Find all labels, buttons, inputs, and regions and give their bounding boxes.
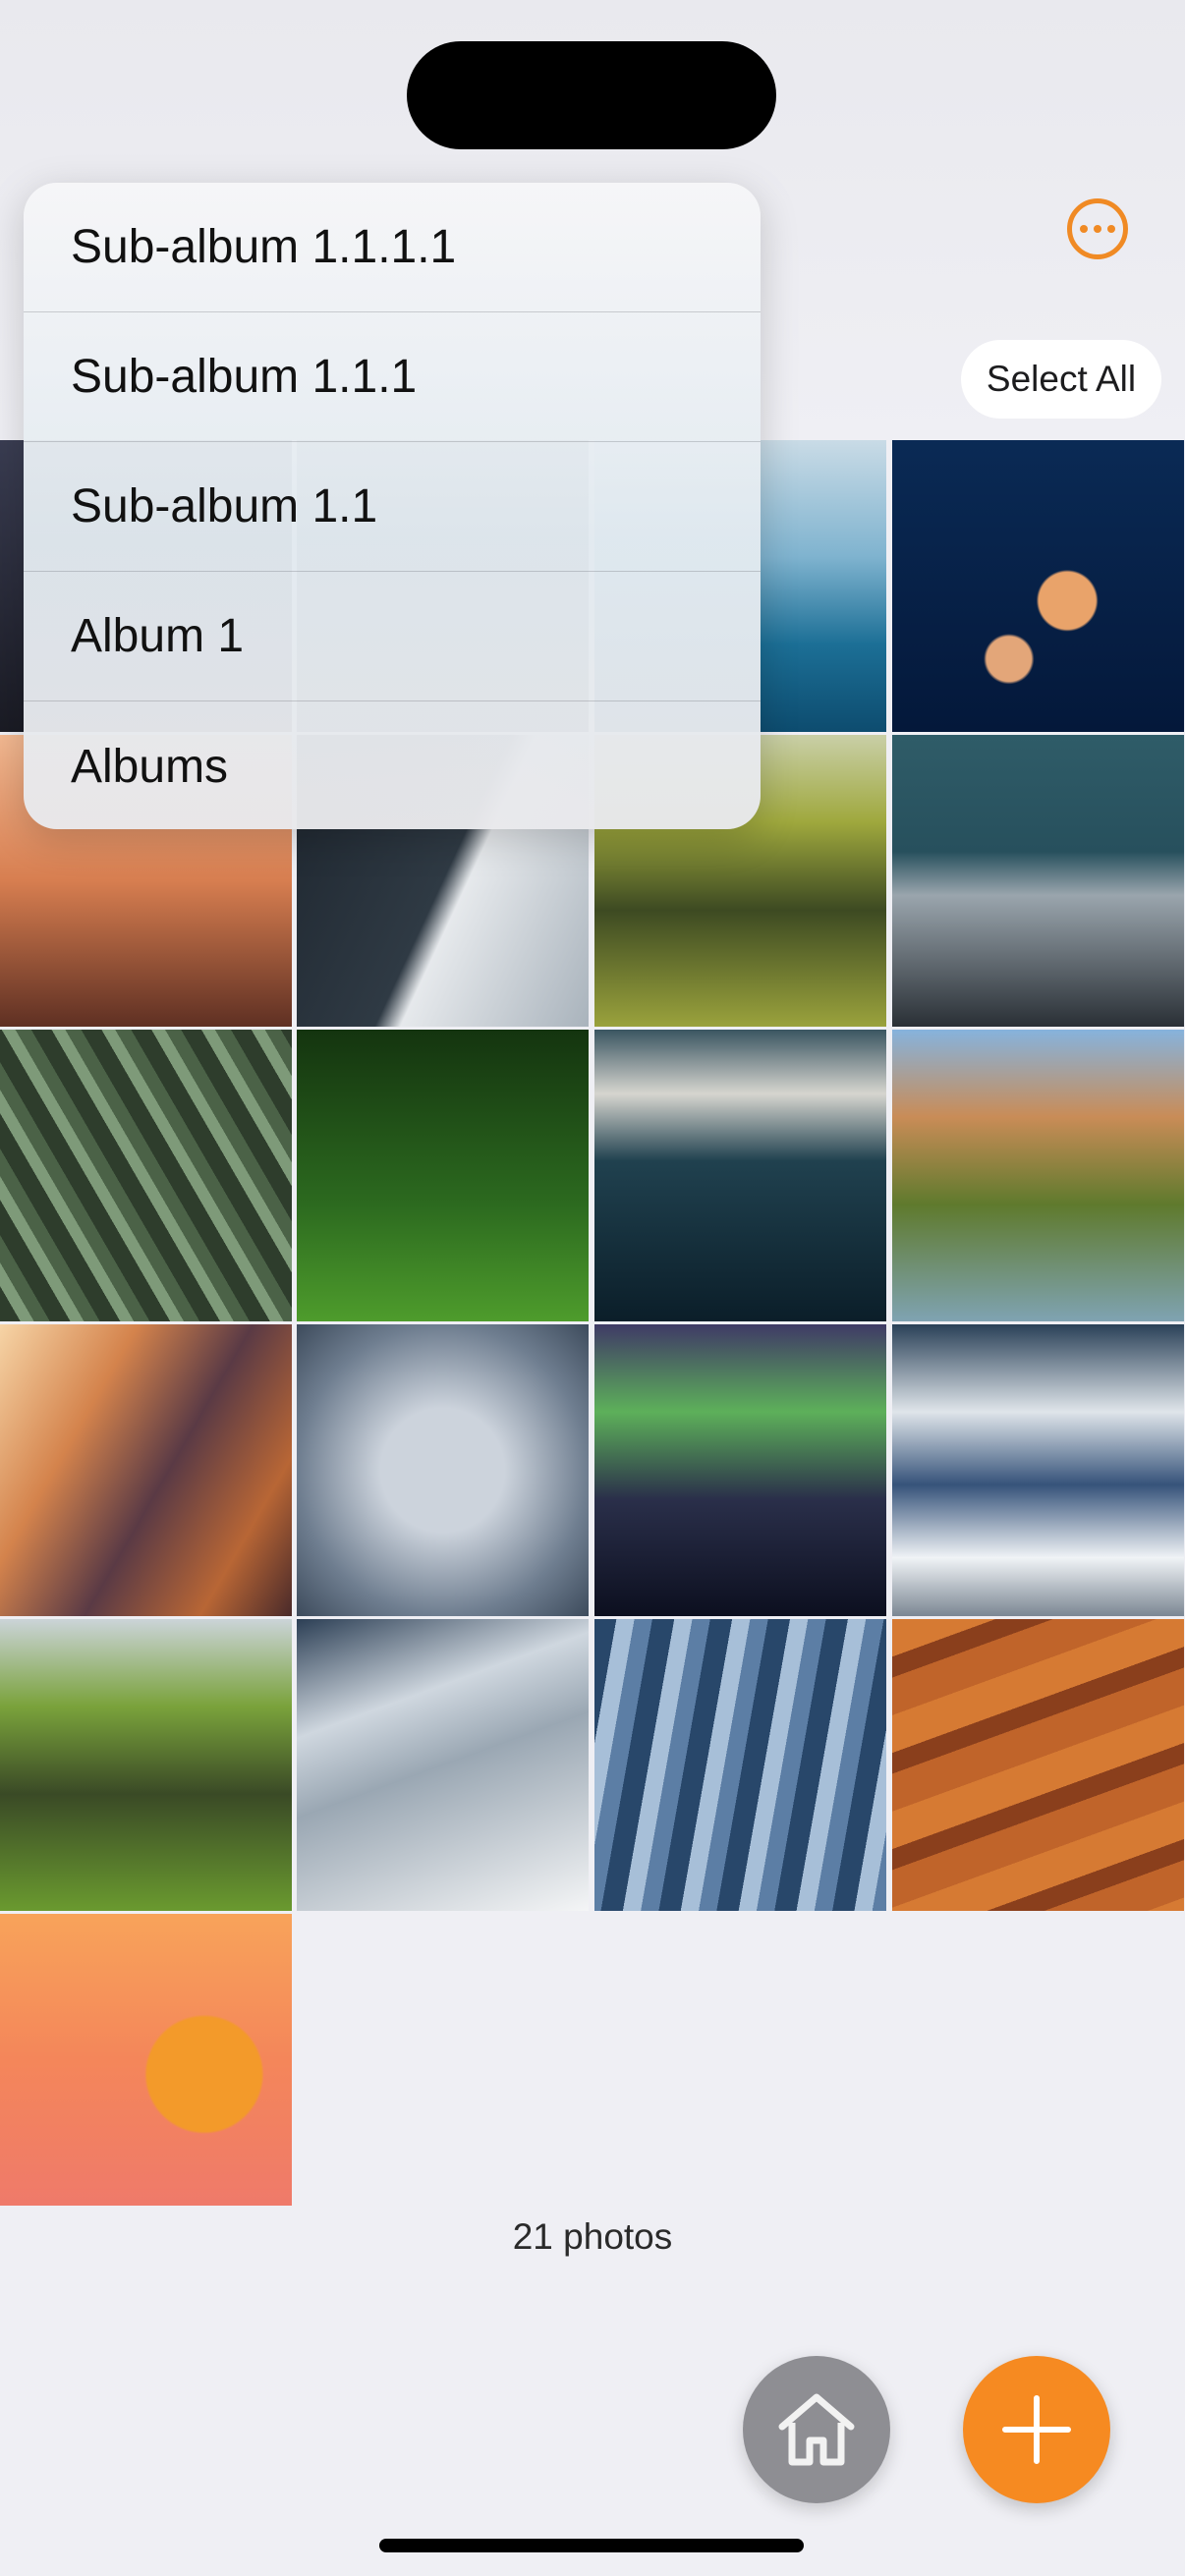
photo-thumbnail[interactable] — [594, 1324, 886, 1616]
photo-thumbnail[interactable] — [594, 1030, 886, 1321]
photo-thumbnail[interactable] — [0, 1914, 292, 2206]
photo-count-label: 21 photos — [512, 2216, 673, 2257]
photo-thumbnail[interactable] — [0, 1324, 292, 1616]
album-path-menu: Sub-album 1.1.1.1 Sub-album 1.1.1 Sub-al… — [24, 183, 761, 829]
menu-item-sub-album-1-1-1[interactable]: Sub-album 1.1.1 — [24, 312, 761, 442]
ellipsis-dot — [1094, 225, 1101, 233]
photo-thumbnail[interactable] — [892, 440, 1184, 732]
plus-icon — [1002, 2395, 1071, 2464]
photo-thumbnail[interactable] — [297, 1324, 589, 1616]
photo-thumbnail[interactable] — [0, 1619, 292, 1911]
home-indicator — [379, 2539, 804, 2552]
select-all-button[interactable]: Select All — [961, 340, 1161, 419]
menu-item-sub-album-1-1-1-1[interactable]: Sub-album 1.1.1.1 — [24, 183, 761, 312]
add-button[interactable] — [963, 2356, 1110, 2503]
ellipsis-dot — [1107, 225, 1115, 233]
menu-item-albums[interactable]: Albums — [24, 701, 761, 829]
home-button[interactable] — [743, 2356, 890, 2503]
menu-item-sub-album-1-1[interactable]: Sub-album 1.1 — [24, 442, 761, 572]
photo-thumbnail[interactable] — [297, 1030, 589, 1321]
dynamic-island — [407, 41, 776, 149]
ellipsis-circle-icon — [1080, 225, 1088, 233]
photo-thumbnail[interactable] — [594, 1619, 886, 1911]
photo-thumbnail[interactable] — [297, 1619, 589, 1911]
photo-thumbnail[interactable] — [0, 1030, 292, 1321]
menu-item-album-1[interactable]: Album 1 — [24, 572, 761, 701]
more-options-button[interactable] — [1067, 198, 1128, 259]
house-icon — [778, 2393, 855, 2466]
photo-thumbnail[interactable] — [892, 1324, 1184, 1616]
photo-thumbnail[interactable] — [892, 1619, 1184, 1911]
photo-thumbnail[interactable] — [892, 735, 1184, 1027]
photo-thumbnail[interactable] — [892, 1030, 1184, 1321]
